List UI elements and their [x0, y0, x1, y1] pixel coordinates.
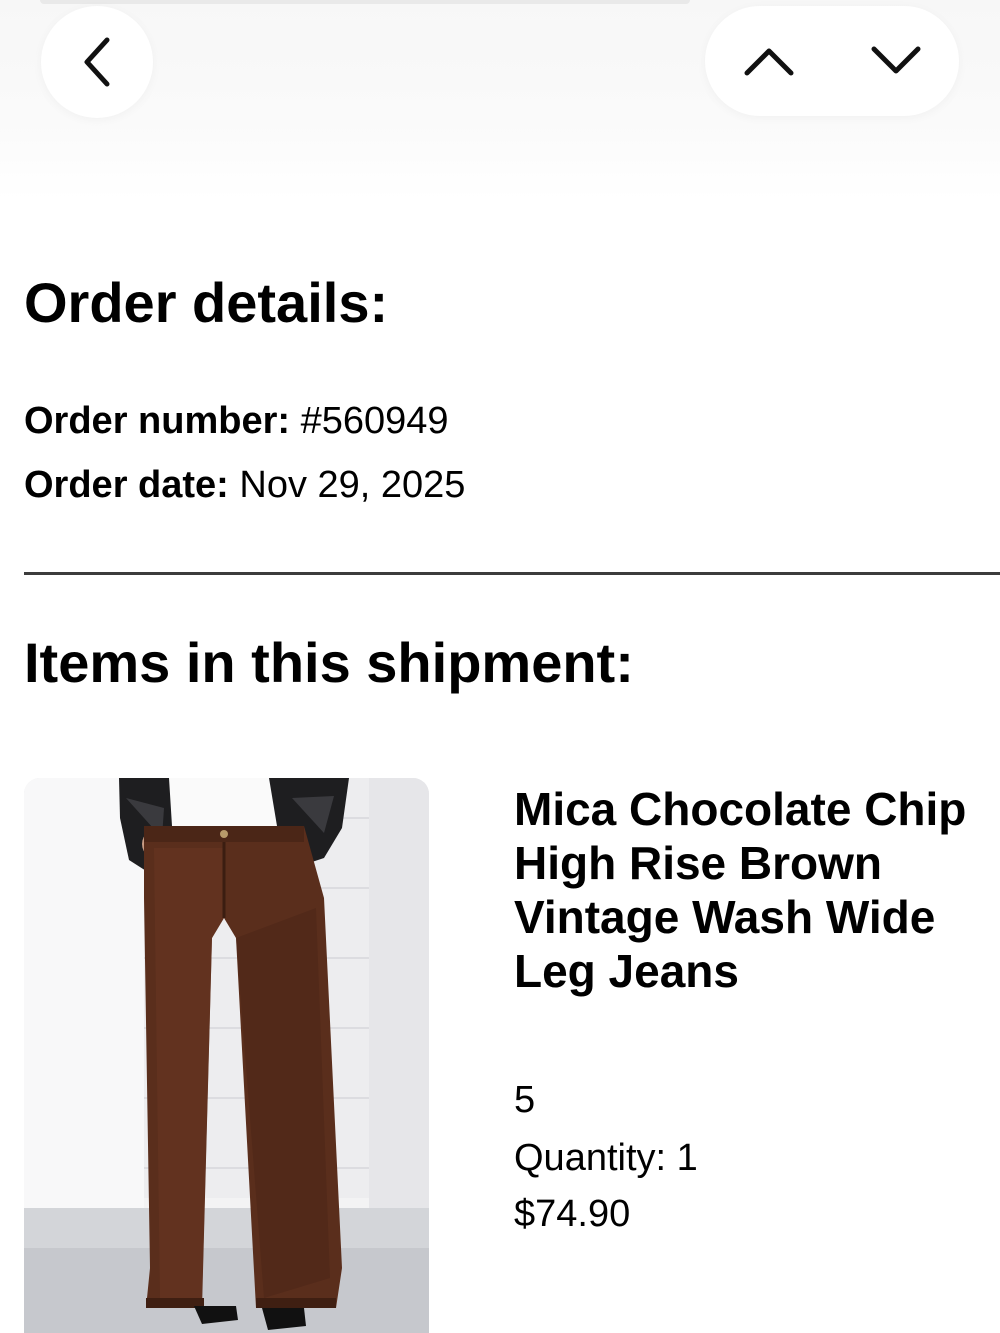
- order-number-label: Order number:: [24, 400, 291, 442]
- product-price: $74.90: [514, 1193, 631, 1235]
- product-quantity: Quantity: 1: [514, 1137, 698, 1179]
- chevron-up-icon: [743, 45, 795, 77]
- previous-message-button[interactable]: [705, 6, 832, 116]
- product-image[interactable]: [24, 778, 429, 1333]
- next-message-button[interactable]: [832, 6, 959, 116]
- chevron-left-icon: [77, 34, 117, 90]
- order-details-heading: Order details:: [24, 271, 389, 334]
- order-date-label: Order date:: [24, 464, 229, 506]
- product-title[interactable]: Mica Chocolate Chip High Rise Brown Vint…: [514, 782, 984, 998]
- section-divider: [24, 572, 1000, 575]
- toolbar-edge: [40, 0, 690, 4]
- order-number-value: #560949: [300, 400, 449, 442]
- order-date-value: Nov 29, 2025: [239, 464, 466, 506]
- order-number-row: Order number: #560949: [24, 400, 449, 444]
- order-date-row: Order date: Nov 29, 2025: [24, 464, 465, 508]
- back-button[interactable]: [41, 6, 153, 118]
- product-size: 5: [514, 1079, 536, 1121]
- message-navigation: [705, 6, 959, 116]
- email-toolbar: [0, 0, 1000, 200]
- shipment-heading: Items in this shipment:: [24, 631, 634, 694]
- chevron-down-icon: [870, 45, 922, 77]
